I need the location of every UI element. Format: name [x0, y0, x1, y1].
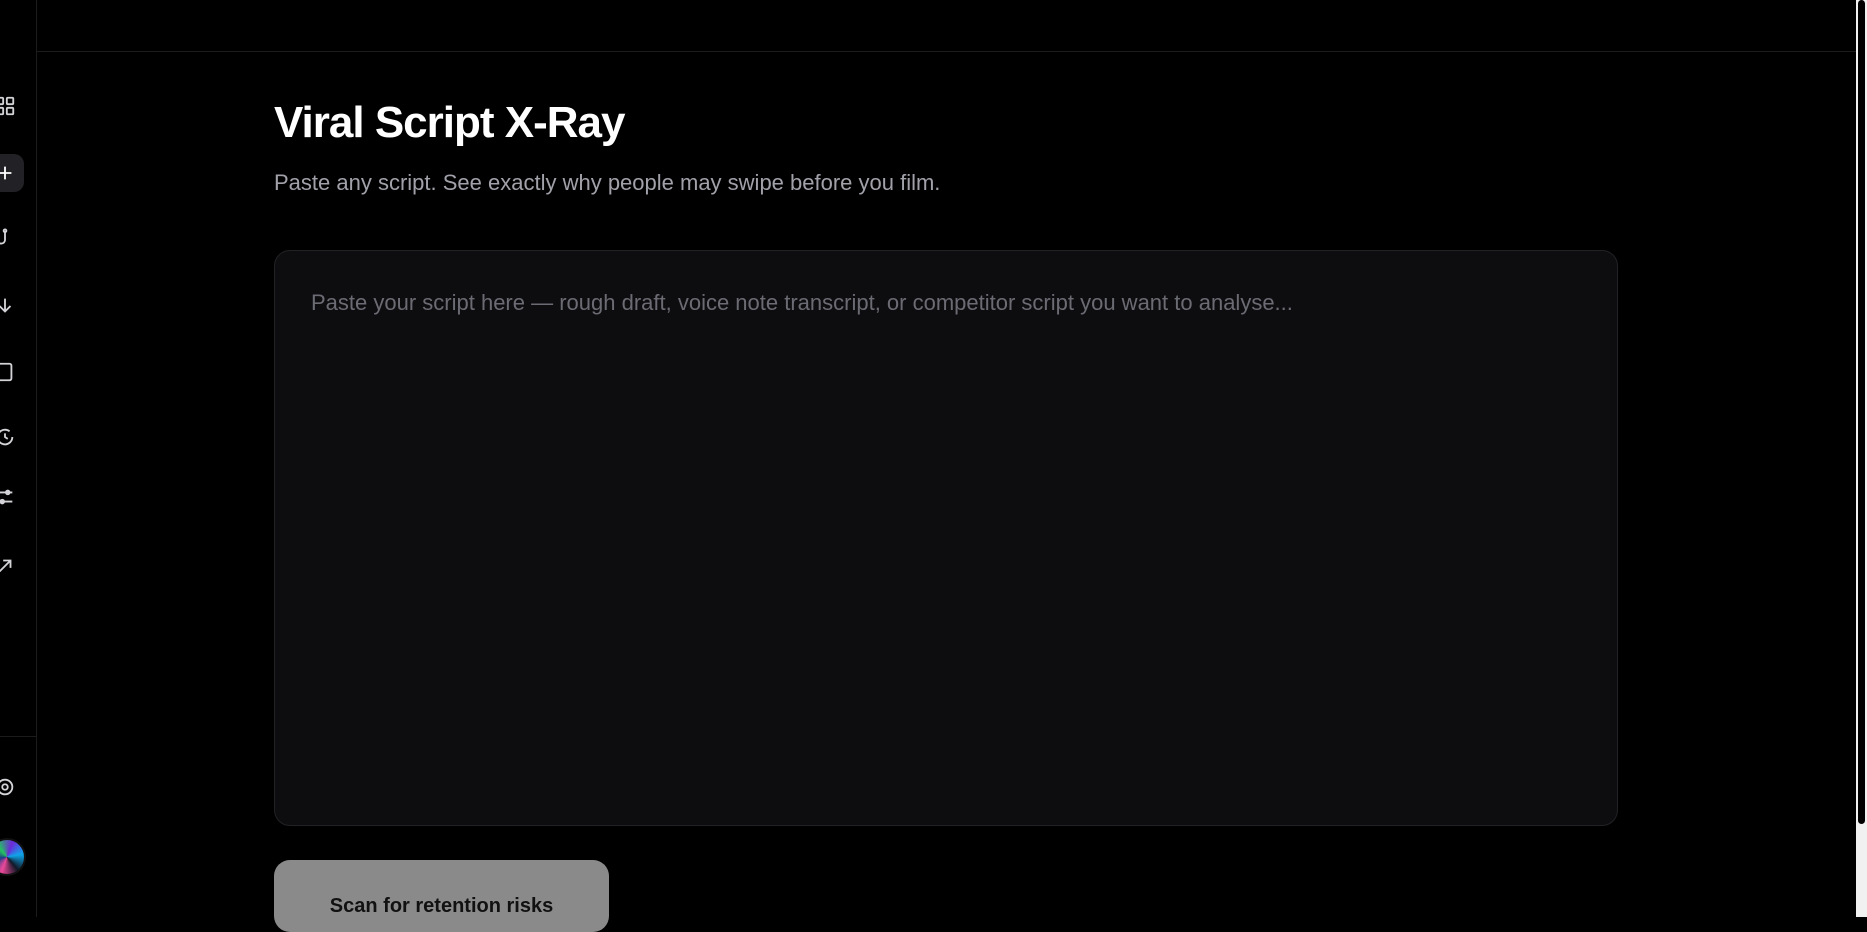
add-icon: [0, 166, 12, 180]
trend-icon: [0, 559, 12, 573]
sidebar-item-history[interactable]: [0, 418, 24, 456]
sidebar-item-settings[interactable]: [0, 768, 24, 806]
sliders-icon: [0, 489, 13, 505]
avatar[interactable]: [0, 838, 26, 876]
scrollbar-thumb[interactable]: [1858, 0, 1865, 824]
scan-button[interactable]: Scan for retention risks: [274, 860, 609, 932]
sidebar: [0, 0, 37, 917]
sidebar-item-downloads[interactable]: [0, 287, 24, 325]
settings-icon: [0, 778, 14, 796]
script-input[interactable]: [274, 250, 1618, 826]
sidebar-item-settings-sliders[interactable]: [0, 478, 24, 516]
sidebar-divider: [0, 736, 37, 737]
sidebar-item-hooks[interactable]: [0, 220, 24, 258]
sidebar-item-documents[interactable]: [0, 353, 24, 391]
sidebar-item-trends[interactable]: [0, 547, 24, 585]
document-icon: [0, 362, 13, 382]
scrollbar[interactable]: [1856, 0, 1867, 917]
arrow-down-icon: [0, 298, 12, 313]
history-icon: [0, 428, 14, 446]
hook-icon: [0, 228, 8, 245]
sidebar-item-dashboard[interactable]: [0, 87, 24, 125]
sidebar-item-new[interactable]: [0, 154, 24, 192]
page-title: Viral Script X-Ray: [274, 98, 625, 147]
top-bar: [37, 0, 1856, 52]
dashboard-icon: [0, 96, 15, 116]
page-subtitle: Paste any script. See exactly why people…: [274, 170, 941, 195]
